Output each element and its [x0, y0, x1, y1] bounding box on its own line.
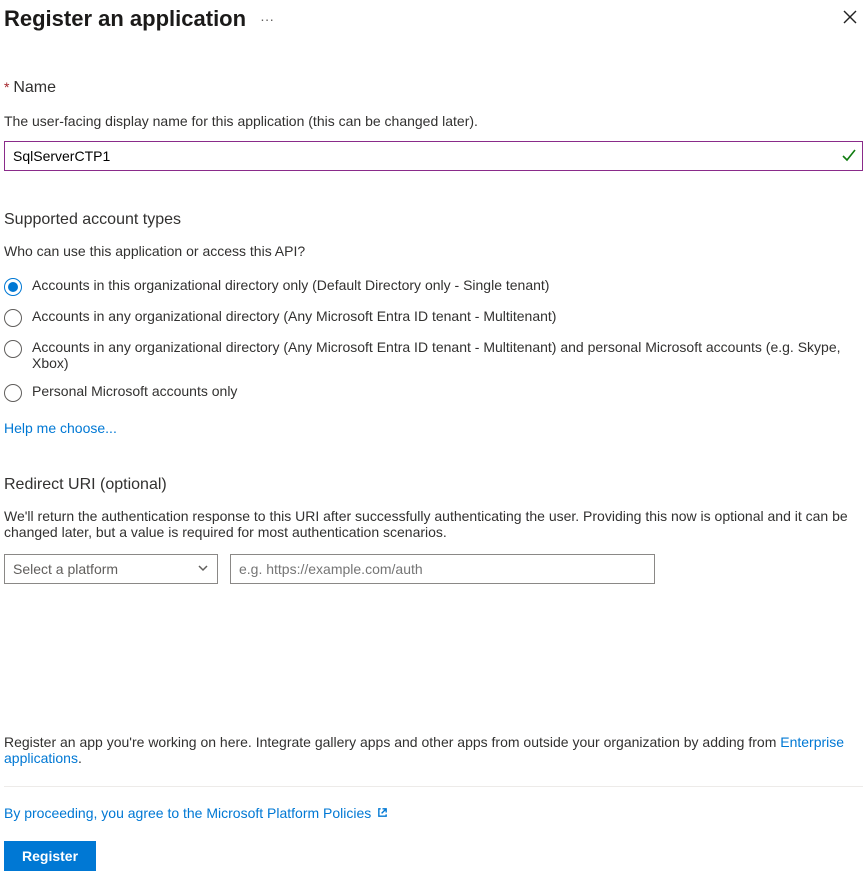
required-mark: * — [4, 79, 9, 95]
account-types-section: Supported account types Who can use this… — [4, 211, 863, 436]
policies-link[interactable]: By proceeding, you agree to the Microsof… — [4, 805, 863, 821]
name-input[interactable] — [4, 141, 863, 171]
redirect-section: Redirect URI (optional) We'll return the… — [4, 476, 863, 584]
redirect-description: We'll return the authentication response… — [4, 508, 863, 540]
policies-text: By proceeding, you agree to the Microsof… — [4, 805, 371, 821]
help-me-choose-link[interactable]: Help me choose... — [4, 420, 117, 436]
page-header: Register an application ··· — [4, 4, 863, 39]
radio-multitenant-personal[interactable]: Accounts in any organizational directory… — [4, 333, 863, 377]
radio-label: Accounts in any organizational directory… — [32, 308, 556, 324]
account-types-question: Who can use this application or access t… — [4, 243, 863, 259]
name-helptext: The user-facing display name for this ap… — [4, 113, 863, 129]
chevron-down-icon — [197, 561, 209, 577]
account-types-title: Supported account types — [4, 211, 863, 229]
bottom-info-text: Register an app you're working on here. … — [4, 734, 863, 766]
bottom-text-prefix: Register an app you're working on here. … — [4, 734, 780, 750]
radio-single-tenant[interactable]: Accounts in this organizational director… — [4, 271, 863, 302]
name-label: Name — [13, 79, 56, 97]
register-button[interactable]: Register — [4, 841, 96, 871]
redirect-uri-input[interactable] — [230, 554, 655, 584]
page-title: Register an application — [4, 6, 246, 32]
radio-icon[interactable] — [4, 278, 22, 296]
name-input-wrapper — [4, 141, 863, 171]
radio-multitenant[interactable]: Accounts in any organizational directory… — [4, 302, 863, 333]
platform-select-placeholder: Select a platform — [13, 561, 118, 577]
checkmark-icon — [841, 147, 857, 163]
radio-icon[interactable] — [4, 340, 22, 358]
radio-icon[interactable] — [4, 384, 22, 402]
bottom-text-period: . — [78, 750, 82, 766]
divider — [4, 786, 863, 787]
close-icon[interactable] — [837, 4, 863, 33]
redirect-controls: Select a platform — [4, 554, 863, 584]
header-left: Register an application ··· — [4, 6, 274, 32]
name-section: * Name The user-facing display name for … — [4, 79, 863, 171]
radio-label: Personal Microsoft accounts only — [32, 383, 237, 399]
redirect-title: Redirect URI (optional) — [4, 476, 863, 494]
radio-icon[interactable] — [4, 309, 22, 327]
more-icon[interactable]: ··· — [260, 11, 274, 27]
radio-label: Accounts in this organizational director… — [32, 277, 549, 293]
external-link-icon — [377, 805, 388, 821]
radio-label: Accounts in any organizational directory… — [32, 339, 863, 371]
radio-personal-only[interactable]: Personal Microsoft accounts only — [4, 377, 863, 408]
platform-select[interactable]: Select a platform — [4, 554, 218, 584]
name-label-row: * Name — [4, 79, 863, 105]
